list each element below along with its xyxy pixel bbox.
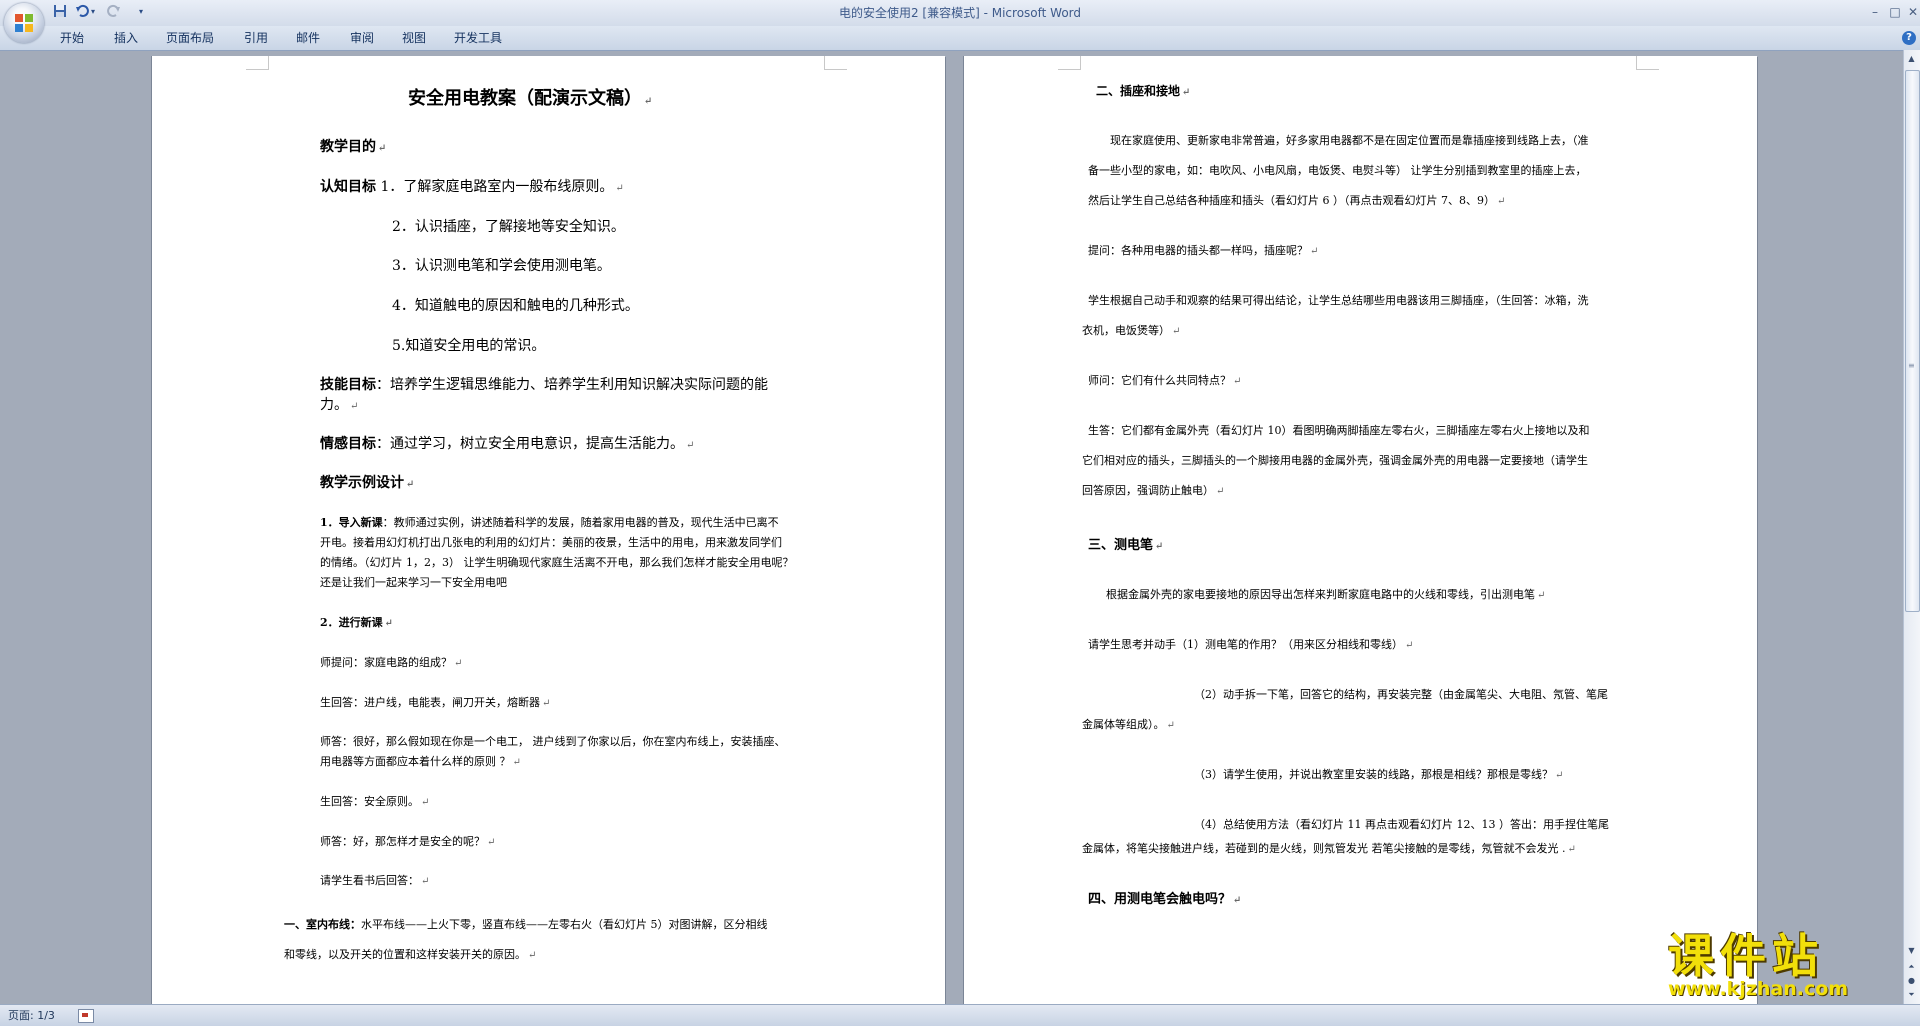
page-corner-mark	[1058, 56, 1081, 70]
cognitive-goal-item: 5.知道安全用电的常识。	[392, 338, 546, 354]
tab-developer[interactable]: 开发工具	[454, 26, 502, 50]
help-icon[interactable]: ?	[1902, 31, 1916, 45]
page-corner-mark	[824, 56, 847, 70]
intro-paragraph: 的情绪。（幻灯片 1，2，3） 让学生明确现代家庭生活离不开电，那么我们怎样才能…	[320, 556, 794, 569]
teaching-goal-heading: 教学目的 ↵	[320, 139, 387, 155]
body-paragraph: 生答：它们都有金属外壳（看幻灯片 10）看图明确两脚插座左零右火，三脚插座左零右…	[1088, 424, 1590, 437]
body-paragraph: 金属体等组成）。 ↵	[1082, 718, 1175, 731]
body-paragraph: （2）动手拆一下笔，回答它的结构，再安装完整（由金属笔尖、大电阻、氖管、笔尾	[1194, 688, 1608, 701]
grip-icon: ≡	[1908, 361, 1915, 370]
intro-paragraph: 1．导入新课：教师通过实例，讲述随着科学的发展，随着家用电器的普及，现代生活中已…	[320, 516, 779, 529]
scroll-down-icon[interactable]: ▼	[1904, 944, 1919, 958]
shock-heading: 四、用测电笔会触电吗？ ↵	[1088, 892, 1242, 907]
body-paragraph: 现在家庭使用、更新家电非常普遍，好多家用电器都不是在固定位置而是靠插座接到线路上…	[1110, 134, 1589, 147]
dialogue-line: 师答：好，那怎样才是安全的呢？ ↵	[320, 835, 496, 848]
next-page-icon[interactable]: ⏷	[1904, 990, 1919, 1002]
cognitive-goal-item: 3．认识测电笔和学会使用测电笔。	[392, 258, 611, 274]
office-logo-icon	[15, 14, 33, 32]
wiring-paragraph: 一、室内布线：水平布线——上火下零，竖直布线——左零右火（看幻灯片 5）对图讲解…	[284, 918, 768, 931]
document-page-2[interactable]: 二、插座和接地 ↵ 现在家庭使用、更新家电非常普遍，好多家用电器都不是在固定位置而…	[964, 56, 1757, 1004]
body-paragraph: 金属体，将笔尖接触进户线，若碰到的是火线，则氖管发光 若笔尖接触的是零线，氖管就…	[1082, 842, 1576, 855]
scroll-up-icon[interactable]: ▲	[1904, 52, 1919, 66]
ribbon-tabs: 开始 插入 页面布局 引用 邮件 审阅 视图 开发工具 ?	[0, 26, 1920, 51]
watermark-url: www.kjzhan.com	[1668, 978, 1849, 1000]
wiring-paragraph: 和零线，以及开关的位置和这样安装开关的原因。 ↵	[284, 948, 537, 961]
new-lesson-heading: 2．进行新课 ↵	[320, 616, 394, 629]
page-corner-mark	[246, 56, 269, 70]
maximize-button[interactable]: □	[1888, 5, 1902, 19]
tab-references[interactable]: 引用	[244, 26, 268, 50]
dialogue-line: 师提问：家庭电路的组成？ ↵	[320, 656, 463, 669]
tab-review[interactable]: 审阅	[350, 26, 374, 50]
chevron-down-icon[interactable]: ▾	[89, 4, 97, 20]
body-paragraph: 师问：它们有什么共同特点？ ↵	[1088, 374, 1242, 387]
body-paragraph: 请学生思考并动手（1）测电笔的作用？（用来区分相线和零线） ↵	[1088, 638, 1414, 651]
page-indicator[interactable]: 页面: 1/3	[8, 1005, 55, 1026]
tab-insert[interactable]: 插入	[114, 26, 138, 50]
close-button[interactable]: ✕	[1906, 5, 1920, 19]
design-heading: 教学示例设计 ↵	[320, 475, 415, 491]
body-paragraph: （3）请学生使用，并说出教室里安装的线路，那根是相线？那根是零线？ ↵	[1194, 768, 1564, 781]
body-paragraph: （4）总结使用方法（看幻灯片 11 再点击观看幻灯片 12、13 ）答出：用手捏…	[1194, 818, 1609, 831]
previous-page-icon[interactable]: ⏶	[1904, 962, 1919, 974]
window-title: 电的安全使用2 [兼容模式] - Microsoft Word	[838, 6, 1082, 20]
intro-paragraph: 开电。接着用幻灯机打出几张电的利用的幻灯片：美丽的夜景，生活中的用电，用来激发同…	[320, 536, 782, 549]
tab-home[interactable]: 开始	[60, 26, 84, 50]
tester-heading: 三、测电笔 ↵	[1088, 538, 1164, 553]
status-bar: 页面: 1/3	[0, 1004, 1920, 1026]
body-paragraph: 根据金属外壳的家电要接地的原因导出怎样来判断家庭电路中的火线和零线，引出测电笔 ↵	[1106, 588, 1546, 601]
dialogue-line: 生回答：安全原则。 ↵	[320, 795, 430, 808]
body-paragraph: 备一些小型的家电，如：电吹风、小电风扇，电饭煲、电熨斗等） 让学生分别插到教室里…	[1088, 164, 1587, 177]
watermark-logo: 课件站	[1668, 929, 1824, 983]
browse-object-icon[interactable]: ●	[1904, 976, 1919, 988]
dialogue-line: 用电器等方面都应本着什么样的原则 ？ ↵	[320, 755, 521, 768]
body-paragraph: 然后让学生自己总结各种插座和插头（看幻灯片 6 ）（再点击观看幻灯片 7、8、9…	[1088, 194, 1506, 207]
cognitive-goal-item: 4．知道触电的原因和触电的几种形式。	[392, 298, 639, 314]
body-paragraph: 学生根据自己动手和观察的结果可得出结论，让学生总结哪些用电器该用三脚插座，（生回…	[1088, 294, 1589, 307]
cognitive-goal-item: 认知目标 1．了解家庭电路室内一般布线原则。 ↵	[320, 179, 624, 195]
dialogue-line: 请学生看书后回答： ↵	[320, 874, 430, 887]
dialogue-line: 生回答：进户线，电能表，闸刀开关，熔断器 ↵	[320, 696, 551, 709]
body-paragraph: 衣机，电饭煲等） ↵	[1082, 324, 1181, 337]
undo-icon[interactable]	[74, 4, 90, 20]
title-bar: 电的安全使用2 [兼容模式] - Microsoft Word ▾ ▾ – □ …	[0, 0, 1920, 26]
skill-goal: 技能目标：培养学生逻辑思维能力、培养学生利用知识解决实际问题的能	[320, 377, 768, 393]
customize-toolbar-icon[interactable]: ▾	[136, 4, 146, 20]
scrollbar-thumb[interactable]	[1905, 70, 1920, 612]
cognitive-goal-item: 2．认识插座，了解接地等安全知识。	[392, 219, 625, 235]
save-icon[interactable]	[52, 4, 68, 20]
socket-heading: 二、插座和接地 ↵	[1096, 84, 1191, 98]
body-paragraph: 它们相对应的插头，三脚插头的一个脚接用电器的金属外壳，强调金属外壳的用电器一定要…	[1082, 454, 1588, 467]
document-title: 安全用电教案（配演示文稿） ↵	[408, 88, 653, 109]
body-paragraph: 提问：各种用电器的插头都一样吗，插座呢？ ↵	[1088, 244, 1319, 257]
document-page-1[interactable]: 安全用电教案（配演示文稿） ↵ 教学目的 ↵ 认知目标 1．了解家庭电路室内一般布线…	[152, 56, 945, 1004]
proofing-icon[interactable]	[78, 1009, 94, 1023]
tab-page-layout[interactable]: 页面布局	[166, 26, 214, 50]
redo-icon[interactable]	[106, 4, 122, 20]
emotion-goal: 情感目标：通过学习，树立安全用电意识，提高生活能力。 ↵	[320, 436, 695, 452]
page-corner-mark	[1636, 56, 1659, 70]
office-button[interactable]	[4, 3, 44, 43]
skill-goal-continued: 力。 ↵	[320, 397, 359, 413]
intro-paragraph: 还是让我们一起来学习一下安全用电吧	[320, 576, 507, 589]
tab-mailings[interactable]: 邮件	[296, 26, 320, 50]
dialogue-line: 师答：很好，那么假如现在你是一个电工， 进户线到了你家以后，你在室内布线上，安装…	[320, 735, 786, 748]
tab-view[interactable]: 视图	[402, 26, 426, 50]
body-paragraph: 回答原因，强调防止触电） ↵	[1082, 484, 1225, 497]
minimize-button[interactable]: –	[1868, 5, 1882, 19]
